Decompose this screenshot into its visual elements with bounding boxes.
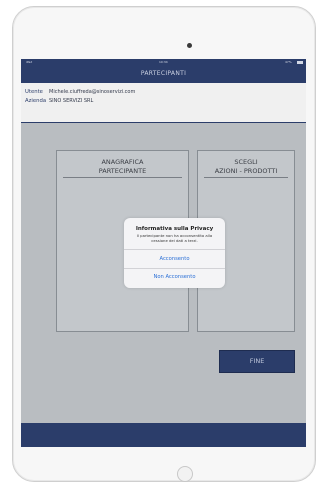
camera-icon [187,43,192,48]
privacy-alert-dialog: Informativa sulla Privacy Il partecipant… [124,218,225,288]
app-screen: iPad 10:34 47% PARTECIPANTI Utente Michel… [21,59,306,447]
acconsento-button[interactable]: Acconsento [124,256,225,262]
divider [124,268,225,269]
page: iPad 10:34 47% PARTECIPANTI Utente Michel… [0,0,327,490]
divider [124,249,225,250]
home-button[interactable] [177,466,193,482]
alert-title: Informativa sulla Privacy [135,226,214,232]
alert-message: Il partecipante non ha acconsentito alla… [136,233,213,243]
non-acconsento-button[interactable]: Non Acconsento [124,274,225,280]
